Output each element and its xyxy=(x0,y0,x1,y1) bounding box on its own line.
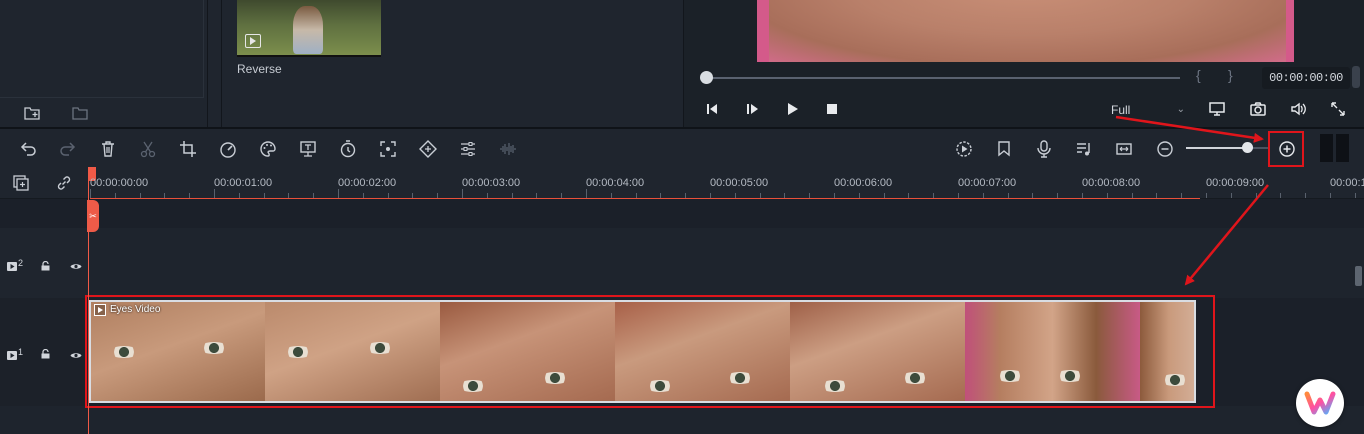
ruler-tick-mark xyxy=(264,193,265,198)
ruler-tick-mark xyxy=(1082,193,1083,198)
ruler-tick-label: 00:00:05:00 xyxy=(710,177,769,189)
timeline-vertical-scrollbar[interactable] xyxy=(1355,266,1362,286)
ruler-tick-mark xyxy=(1256,193,1257,198)
ruler-tick-mark xyxy=(462,189,463,198)
ruler-tick-mark xyxy=(983,193,984,198)
arrow-to-zoom xyxy=(1115,115,1264,143)
ruler-tick-label: 00:00:07:00 xyxy=(958,177,1017,189)
ruler-tick-mark xyxy=(1032,193,1033,198)
ruler-tick-mark xyxy=(164,193,165,198)
ruler-tick-mark xyxy=(140,193,141,198)
ruler-tick-mark xyxy=(512,193,513,198)
ruler-tick-label: 00:00:09:00 xyxy=(1206,177,1265,189)
ruler-tick-mark xyxy=(933,193,934,198)
ruler-tick-mark xyxy=(735,193,736,198)
ruler-tick-mark xyxy=(1156,193,1157,198)
ruler-tick-mark xyxy=(611,193,612,198)
ruler-tick-mark xyxy=(660,193,661,198)
ruler-tick-mark xyxy=(784,193,785,198)
editor-window: Reverse { } 00:00:00:00 Full ⌄ 2 1 Eyes … xyxy=(0,0,1364,434)
annotation-arrows xyxy=(1115,115,1269,286)
ruler-tick-mark xyxy=(338,189,339,198)
ruler-tick-mark xyxy=(487,193,488,198)
ruler-tick-mark xyxy=(239,193,240,198)
ruler-tick-label: 00:00:06:00 xyxy=(834,177,893,189)
ruler-tick-mark xyxy=(1132,193,1133,198)
ruler-tick-label: 00:00:01:00 xyxy=(214,177,273,189)
ruler-tick-mark xyxy=(189,193,190,198)
ruler-tick-mark xyxy=(1181,193,1182,198)
ruler-tick-label: 00:00:08:00 xyxy=(1082,177,1141,189)
ruler-tick-mark xyxy=(1330,193,1331,198)
ruler-tick-mark xyxy=(1231,193,1232,198)
ruler-tick-mark xyxy=(437,193,438,198)
ruler-tick-mark xyxy=(536,193,537,198)
ruler-tick-mark xyxy=(760,193,761,198)
ruler-tick-mark xyxy=(884,193,885,198)
ruler-tick-mark xyxy=(1305,193,1306,198)
ruler-tick-mark xyxy=(710,193,711,198)
ruler-tick-mark xyxy=(586,189,587,198)
ruler-tick-mark xyxy=(561,193,562,198)
ruler-tick-mark xyxy=(958,193,959,198)
ruler-tick-mark xyxy=(214,189,215,198)
ruler-tick-mark xyxy=(115,193,116,198)
ruler-tick-mark xyxy=(636,193,637,198)
arrow-to-clip xyxy=(1184,184,1269,286)
ruler-tick-mark xyxy=(908,193,909,198)
ruler-tick-mark xyxy=(313,193,314,198)
ruler-tick-mark xyxy=(1057,193,1058,198)
ruler-tick-label: 00:00:1 xyxy=(1330,177,1364,189)
ruler-tick-label: 00:00:04:00 xyxy=(586,177,645,189)
ruler-tick-label: 00:00:00:00 xyxy=(90,177,149,189)
ruler-tick-mark xyxy=(388,193,389,198)
ruler-tick-mark xyxy=(1355,193,1356,198)
ruler-tick-mark xyxy=(1008,193,1009,198)
app-logo xyxy=(1296,379,1344,427)
ruler-tick-mark xyxy=(809,193,810,198)
ruler-tick-mark xyxy=(1280,193,1281,198)
ruler-tick-mark xyxy=(363,193,364,198)
ruler-tick-mark xyxy=(685,193,686,198)
ruler-tick-label: 00:00:02:00 xyxy=(338,177,397,189)
ruler-tick-mark xyxy=(412,193,413,198)
ruler-tick-mark xyxy=(1206,193,1207,198)
ruler-tick-mark xyxy=(1107,193,1108,198)
ruler-tick-mark xyxy=(288,193,289,198)
ruler-tick-mark xyxy=(90,189,91,198)
ruler-tick-mark xyxy=(834,193,835,198)
ruler-tick-mark xyxy=(859,193,860,198)
ruler-tick-label: 00:00:03:00 xyxy=(462,177,521,189)
